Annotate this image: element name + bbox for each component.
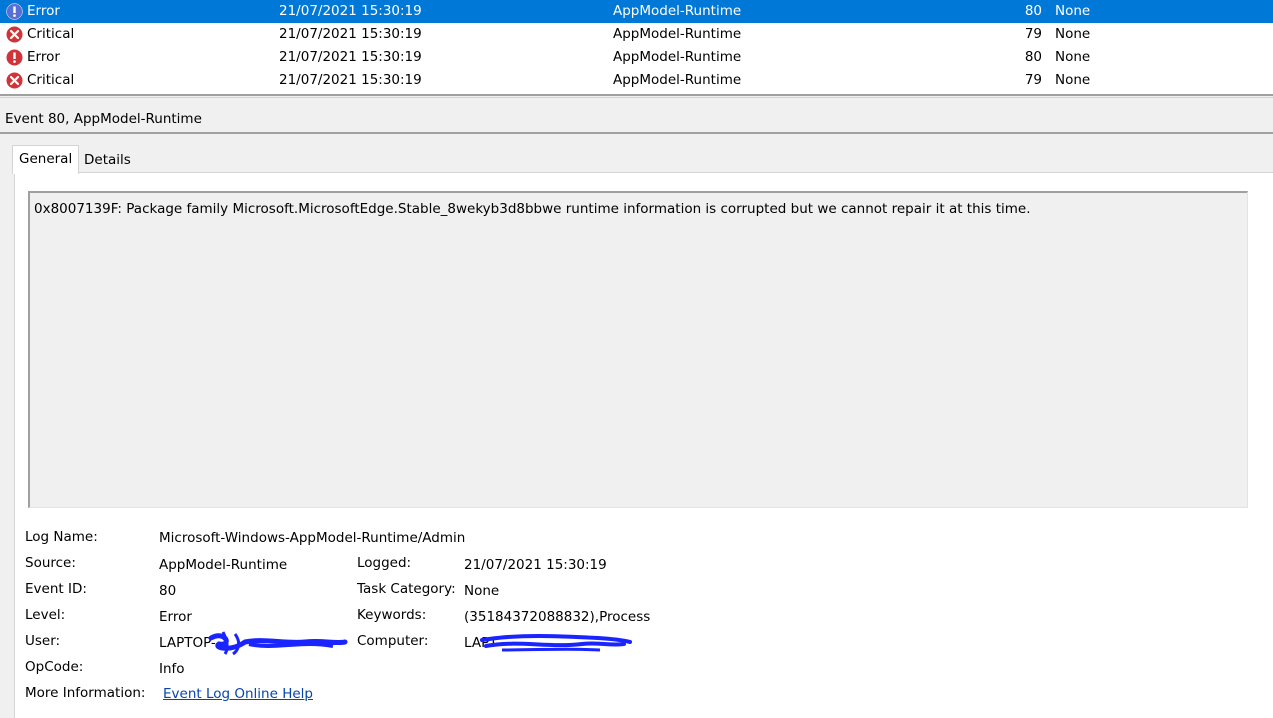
event-message: 0x8007139F: Package family Microsoft.Mic… xyxy=(34,201,1031,217)
source-value: AppModel-Runtime xyxy=(159,557,288,573)
event-source: AppModel-Runtime xyxy=(613,49,742,65)
tab-details[interactable]: Details xyxy=(78,147,137,173)
splitter[interactable] xyxy=(0,94,1273,96)
event-task: None xyxy=(1055,3,1091,19)
user-value: LAPTOP- xyxy=(159,635,216,651)
event-level: Critical xyxy=(27,26,75,42)
source-label: Source: xyxy=(25,555,76,571)
detail-title: Event 80, AppModel-Runtime xyxy=(5,111,202,127)
task-category-label: Task Category: xyxy=(357,581,456,597)
event-row[interactable]: Critical 21/07/2021 15:30:19 AppModel-Ru… xyxy=(0,23,1273,46)
more-information-label: More Information: xyxy=(25,685,146,701)
event-id-value: 80 xyxy=(159,583,177,599)
user-label: User: xyxy=(25,633,61,649)
error-info-icon xyxy=(6,3,23,20)
title-divider xyxy=(0,132,1273,134)
level-label: Level: xyxy=(25,607,66,623)
critical-icon xyxy=(6,26,23,43)
event-id: 80 xyxy=(1024,49,1042,65)
event-date: 21/07/2021 15:30:19 xyxy=(279,49,422,65)
event-source: AppModel-Runtime xyxy=(613,3,742,19)
event-list[interactable]: Error 21/07/2021 15:30:19 AppModel-Runti… xyxy=(0,0,1273,94)
event-task: None xyxy=(1055,26,1091,42)
event-row[interactable]: Error 21/07/2021 15:30:19 AppModel-Runti… xyxy=(0,46,1273,69)
event-source: AppModel-Runtime xyxy=(613,26,742,42)
log-name-value: Microsoft-Windows-AppModel-Runtime/Admin xyxy=(159,530,466,546)
tab-general[interactable]: General xyxy=(12,145,80,174)
event-source: AppModel-Runtime xyxy=(613,72,742,88)
log-name-label: Log Name: xyxy=(25,529,98,545)
event-task: None xyxy=(1055,72,1091,88)
event-task: None xyxy=(1055,49,1091,65)
error-icon xyxy=(6,49,23,66)
splitter-gap xyxy=(0,97,1273,104)
event-row[interactable]: Critical 21/07/2021 15:30:19 AppModel-Ru… xyxy=(0,69,1273,92)
critical-icon xyxy=(6,72,23,89)
computer-label: Computer: xyxy=(357,633,429,649)
event-id: 79 xyxy=(1024,26,1042,42)
level-value: Error xyxy=(159,609,192,625)
task-category-value: None xyxy=(464,583,500,599)
event-date: 21/07/2021 15:30:19 xyxy=(279,26,422,42)
event-id: 79 xyxy=(1024,72,1042,88)
event-row[interactable]: Error 21/07/2021 15:30:19 AppModel-Runti… xyxy=(0,0,1273,23)
logged-value: 21/07/2021 15:30:19 xyxy=(464,557,607,573)
logged-label: Logged: xyxy=(357,555,412,571)
event-date: 21/07/2021 15:30:19 xyxy=(279,72,422,88)
keywords-value: (35184372088832),Process xyxy=(464,609,651,625)
computer-value: LAPT xyxy=(464,635,498,651)
event-id: 80 xyxy=(1024,3,1042,19)
event-date: 21/07/2021 15:30:19 xyxy=(279,3,422,19)
event-id-label: Event ID: xyxy=(25,581,87,597)
event-log-online-help-link[interactable]: Event Log Online Help xyxy=(163,686,313,702)
event-level: Error xyxy=(27,3,60,19)
keywords-label: Keywords: xyxy=(357,607,427,623)
message-box[interactable]: 0x8007139F: Package family Microsoft.Mic… xyxy=(28,191,1248,508)
event-level: Critical xyxy=(27,72,75,88)
opcode-label: OpCode: xyxy=(25,659,84,675)
event-level: Error xyxy=(27,49,60,65)
opcode-value: Info xyxy=(159,661,185,677)
